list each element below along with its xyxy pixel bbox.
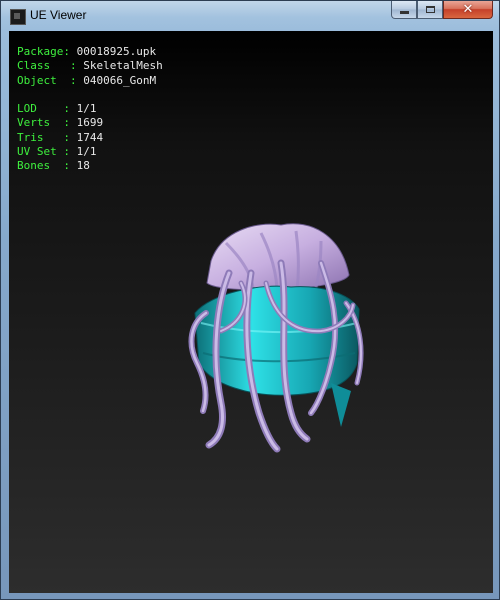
info-label: Bones : <box>17 159 77 173</box>
info-row-bones: Bones : 18 <box>17 159 163 173</box>
ue-viewer-app-icon <box>10 9 26 25</box>
app-window: UE Viewer ✕ Package: 00018925.upk Class … <box>0 0 500 600</box>
info-label: Object : <box>17 73 84 87</box>
info-label: LOD : <box>17 102 77 116</box>
info-row-uvset: UV Set : 1/1 <box>17 145 163 159</box>
close-icon: ✕ <box>462 2 474 17</box>
info-value: 1744 <box>76 130 104 144</box>
mesh-info-overlay: Package: 00018925.upk Class : SkeletalMe… <box>17 45 163 174</box>
close-button[interactable]: ✕ <box>443 1 493 19</box>
info-row-class: Class : SkeletalMesh <box>17 59 163 73</box>
info-row-verts: Verts : 1699 <box>17 116 163 130</box>
minimize-icon <box>399 11 409 14</box>
info-label: Class : <box>17 59 84 73</box>
info-label: UV Set : <box>17 145 77 159</box>
info-value: 1699 <box>76 116 104 130</box>
info-value: 18 <box>76 159 90 173</box>
window-title: UE Viewer <box>30 8 87 22</box>
info-row-lod: LOD : 1/1 <box>17 102 163 116</box>
info-value: 00018925.upk <box>76 45 157 58</box>
info-row-package: Package: 00018925.upk <box>17 45 163 59</box>
maximize-button[interactable] <box>417 1 443 19</box>
info-row-tris: Tris : 1744 <box>17 131 163 145</box>
info-row-object: Object : 040066_GonM <box>17 74 163 88</box>
title-bar[interactable]: UE Viewer ✕ <box>1 1 499 31</box>
skeletal-mesh-model <box>188 223 364 453</box>
info-value: 1/1 <box>76 102 97 116</box>
maximize-icon <box>425 6 435 13</box>
info-label: Tris : <box>17 130 77 144</box>
info-label: Verts : <box>17 116 77 130</box>
minimize-button[interactable] <box>391 1 417 19</box>
info-value: SkeletalMesh <box>83 59 163 73</box>
info-value: 040066_GonM <box>83 73 157 87</box>
3d-viewport[interactable]: Package: 00018925.upk Class : SkeletalMe… <box>9 31 493 593</box>
info-label: Package: <box>17 45 77 58</box>
info-value: 1/1 <box>76 145 97 159</box>
